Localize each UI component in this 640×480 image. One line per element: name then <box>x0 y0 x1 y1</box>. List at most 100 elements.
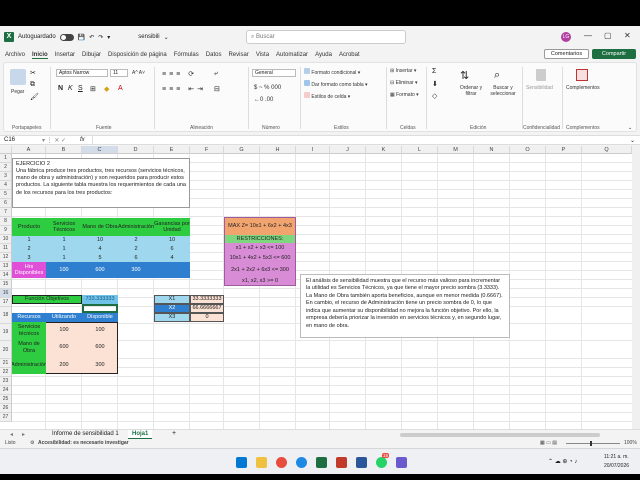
table-header[interactable]: Administración <box>118 218 154 236</box>
menu-automatizar[interactable]: Automatizar <box>276 52 308 58</box>
column-header[interactable]: A <box>12 146 46 154</box>
addins-label[interactable]: Complementos <box>566 85 600 91</box>
objective-label[interactable]: Función Objetivos <box>12 295 82 304</box>
resources-header[interactable]: Recursos <box>12 313 46 322</box>
column-header[interactable]: C <box>82 146 118 154</box>
row-header[interactable]: 2 <box>0 163 12 172</box>
avatar[interactable]: LG <box>561 32 571 42</box>
restriction-1[interactable]: x1 + x2 + x3 <= 100 <box>225 243 295 253</box>
row-header[interactable]: 16 <box>0 289 12 298</box>
align-top-icons[interactable]: ≡≡≡ ⟳ <box>162 70 197 78</box>
system-tray-icons[interactable]: ⌃ ☁ ⊕ ◔ ♪ <box>548 458 577 465</box>
clear-icon[interactable]: ◇ <box>432 92 437 100</box>
available-value[interactable]: 100 <box>46 262 82 278</box>
menu-dibujar[interactable]: Dibujar <box>82 52 101 58</box>
variable-value[interactable]: 33.3333333 <box>190 295 224 304</box>
row-header[interactable]: 14 <box>0 271 12 280</box>
table-cell[interactable]: 2 <box>12 245 46 253</box>
redo-icon[interactable]: ↷ <box>98 34 103 41</box>
column-header[interactable]: D <box>118 146 154 154</box>
italic-icon[interactable]: K <box>68 85 73 92</box>
clock-date[interactable]: 20/07/2026 <box>604 463 629 469</box>
row-header[interactable]: 20 <box>0 341 12 359</box>
available-value[interactable]: 300 <box>118 262 154 278</box>
comments-button[interactable]: Comentarios <box>544 49 589 59</box>
bold-icon[interactable]: N <box>58 85 63 92</box>
row-header[interactable]: 17 <box>0 298 12 307</box>
chevron-down-icon[interactable]: ⌄ <box>164 34 169 41</box>
restriction-2[interactable]: 10x1 + 4x2 + 5x3 <= 600 <box>225 253 295 263</box>
format-painter-icon[interactable]: 🖌 <box>30 93 39 101</box>
table-cell[interactable]: 10 <box>154 236 190 244</box>
table-cell[interactable]: 6 <box>118 254 154 262</box>
menu-datos[interactable]: Datos <box>206 52 222 58</box>
menu-inicio[interactable]: Inicio <box>32 52 48 59</box>
zoom-handle[interactable] <box>590 441 592 446</box>
cell-styles-button[interactable]: Estilos de celda ▾ <box>304 92 350 100</box>
row-header[interactable]: 23 <box>0 377 12 386</box>
selected-cell[interactable] <box>82 304 118 313</box>
merge-center-icon[interactable]: ⊟ <box>214 85 220 93</box>
variable-value[interactable]: 0 <box>190 313 224 322</box>
resource-available[interactable]: 100 <box>82 322 118 339</box>
row-header[interactable]: 26 <box>0 404 12 413</box>
column-header[interactable]: B <box>46 146 82 154</box>
close-icon[interactable]: ✕ <box>624 31 631 40</box>
menu-acrobat[interactable]: Acrobat <box>339 52 360 58</box>
table-cell[interactable]: 2 <box>118 245 154 253</box>
analysis-text[interactable]: El análisis de sensibilidad muestra que … <box>300 274 510 338</box>
row-header[interactable]: 12 <box>0 253 12 262</box>
save-icon[interactable]: 💾 <box>78 34 85 41</box>
row-header[interactable]: 15 <box>0 280 12 289</box>
chevron-down-icon[interactable]: ▾ ⋮ ✕ ✓ <box>42 137 66 144</box>
font-size-select[interactable]: 11 <box>110 69 128 77</box>
table-cell[interactable]: 2 <box>118 236 154 244</box>
autosum-icon[interactable]: Σ <box>432 68 436 75</box>
variable-name[interactable]: X1 <box>154 295 190 304</box>
wrap-text-icon[interactable]: ⤶ <box>214 70 218 78</box>
select-all-corner[interactable] <box>0 146 12 154</box>
table-cell[interactable]: 4 <box>82 245 118 253</box>
row-header[interactable]: 6 <box>0 199 12 208</box>
word-icon[interactable] <box>356 457 367 468</box>
clock-time[interactable]: 11:21 a. m. <box>604 454 629 460</box>
table-header[interactable]: Producto <box>12 218 46 236</box>
restriction-4[interactable]: x1, x2, x3 >= 0 <box>225 276 295 286</box>
undo-icon[interactable]: ↶ <box>89 34 94 41</box>
variable-value[interactable]: 66.6666667 <box>190 304 224 313</box>
app-icon[interactable] <box>396 457 407 468</box>
font-select[interactable]: Aptos Narrow <box>56 69 108 77</box>
edge-icon[interactable] <box>296 457 307 468</box>
row-header[interactable]: 25 <box>0 395 12 404</box>
autosave-toggle[interactable] <box>59 33 74 41</box>
horizontal-scrollbar[interactable] <box>400 433 600 437</box>
row-header[interactable]: 27 <box>0 413 12 422</box>
start-icon[interactable] <box>236 457 247 468</box>
table-format-button[interactable]: Dar formato como tabla ▾ <box>304 80 368 88</box>
menu-insertar[interactable]: Insertar <box>55 52 75 58</box>
variable-name[interactable]: X3 <box>154 313 190 322</box>
column-header[interactable]: K <box>366 146 402 154</box>
cut-icon[interactable]: ✂ <box>30 69 36 77</box>
row-header[interactable]: 19 <box>0 324 12 341</box>
row-header[interactable]: 18 <box>0 307 12 324</box>
powerpoint-icon[interactable] <box>336 457 347 468</box>
column-header[interactable]: E <box>154 146 190 154</box>
menu-revisar[interactable]: Revisar <box>228 52 248 58</box>
row-header[interactable]: 9 <box>0 226 12 235</box>
row-header[interactable]: 10 <box>0 235 12 244</box>
table-cell[interactable]: 5 <box>82 254 118 262</box>
file-explorer-icon[interactable] <box>256 457 267 468</box>
number-format-select[interactable]: General <box>252 69 296 77</box>
sort-filter-label[interactable]: Ordenar y filtrar <box>456 85 486 97</box>
paste-label[interactable]: Pegar <box>11 89 24 95</box>
column-header[interactable]: J <box>330 146 366 154</box>
table-header[interactable]: Ganancias por Unidad <box>154 218 190 236</box>
objective-value[interactable]: 733.333333 <box>82 295 118 304</box>
minimize-icon[interactable]: — <box>584 31 592 40</box>
row-header[interactable]: 8 <box>0 217 12 226</box>
resource-used[interactable]: 100 <box>46 322 82 339</box>
objective-formula[interactable]: MAX Z= 10x1 + 6x2 + 4x3 <box>225 218 295 235</box>
name-box[interactable]: C16 <box>4 137 15 143</box>
resources-header[interactable]: Disponible <box>82 313 118 322</box>
